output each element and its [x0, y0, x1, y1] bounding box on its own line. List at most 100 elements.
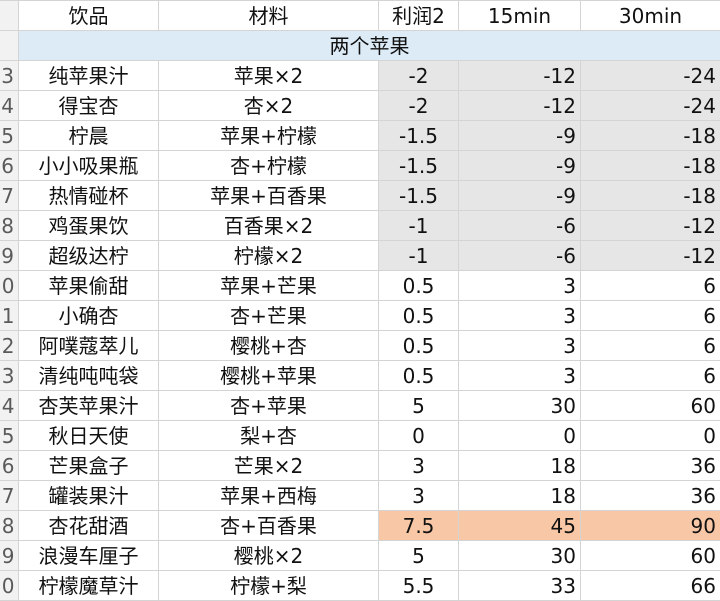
material-cell[interactable]: 苹果+百香果	[159, 181, 379, 211]
row-number[interactable]	[0, 1, 19, 31]
profit-cell[interactable]: 0	[379, 421, 459, 451]
value-15min-cell[interactable]: 3	[459, 331, 581, 361]
value-15min-cell[interactable]: 3	[459, 271, 581, 301]
row-number[interactable]: 5	[0, 121, 19, 151]
material-cell[interactable]: 苹果+西梅	[159, 481, 379, 511]
value-15min-cell[interactable]: 18	[459, 451, 581, 481]
value-15min-cell[interactable]: 33	[459, 571, 581, 601]
row-number[interactable]: 12	[0, 331, 19, 361]
row-number[interactable]: 10	[0, 271, 19, 301]
value-30min-cell[interactable]: 6	[581, 271, 720, 301]
row-number[interactable]: 14	[0, 391, 19, 421]
drink-name-cell[interactable]: 罐装果汁	[19, 481, 159, 511]
value-15min-cell[interactable]: 30	[459, 391, 581, 421]
material-cell[interactable]: 苹果×2	[159, 61, 379, 91]
value-30min-cell[interactable]: 90	[581, 511, 720, 541]
profit-cell[interactable]: 0.5	[379, 271, 459, 301]
value-30min-cell[interactable]: 60	[581, 541, 720, 571]
value-15min-cell[interactable]: 30	[459, 541, 581, 571]
material-cell[interactable]: 苹果+芒果	[159, 271, 379, 301]
value-30min-cell[interactable]: 60	[581, 391, 720, 421]
row-number[interactable]: 18	[0, 511, 19, 541]
drink-name-cell[interactable]: 柠檬魔草汁	[19, 571, 159, 601]
value-15min-cell[interactable]: -9	[459, 151, 581, 181]
drink-name-cell[interactable]: 杏花甜酒	[19, 511, 159, 541]
value-30min-cell[interactable]: -18	[581, 121, 720, 151]
profit-cell[interactable]: -1.5	[379, 181, 459, 211]
profit-cell[interactable]: 3	[379, 451, 459, 481]
value-30min-cell[interactable]: -24	[581, 91, 720, 121]
value-30min-cell[interactable]: -24	[581, 61, 720, 91]
value-30min-cell[interactable]: -12	[581, 211, 720, 241]
row-number[interactable]: 16	[0, 451, 19, 481]
row-number[interactable]: 15	[0, 421, 19, 451]
value-15min-cell[interactable]: 18	[459, 481, 581, 511]
row-number[interactable]: 3	[0, 61, 19, 91]
drink-name-cell[interactable]: 热情碰杯	[19, 181, 159, 211]
drink-name-cell[interactable]: 纯苹果汁	[19, 61, 159, 91]
value-15min-cell[interactable]: -6	[459, 211, 581, 241]
profit-cell[interactable]: 0.5	[379, 361, 459, 391]
drink-name-cell[interactable]: 鸡蛋果饮	[19, 211, 159, 241]
value-30min-cell[interactable]: 0	[581, 421, 720, 451]
value-30min-cell[interactable]: 36	[581, 451, 720, 481]
profit-cell[interactable]: -1.5	[379, 121, 459, 151]
value-30min-cell[interactable]: -12	[581, 241, 720, 271]
value-15min-cell[interactable]: -6	[459, 241, 581, 271]
drink-name-cell[interactable]: 柠晨	[19, 121, 159, 151]
value-15min-cell[interactable]: -9	[459, 181, 581, 211]
value-15min-cell[interactable]: 45	[459, 511, 581, 541]
value-15min-cell[interactable]: -9	[459, 121, 581, 151]
material-cell[interactable]: 杏+百香果	[159, 511, 379, 541]
header-cell-profit[interactable]: 利润2	[379, 1, 459, 31]
material-cell[interactable]: 樱桃+杏	[159, 331, 379, 361]
value-30min-cell[interactable]: -18	[581, 181, 720, 211]
row-number[interactable]: 17	[0, 481, 19, 511]
material-cell[interactable]: 柠檬+梨	[159, 571, 379, 601]
value-15min-cell[interactable]: 3	[459, 301, 581, 331]
material-cell[interactable]: 百香果×2	[159, 211, 379, 241]
material-cell[interactable]: 苹果+柠檬	[159, 121, 379, 151]
value-30min-cell[interactable]: 36	[581, 481, 720, 511]
profit-cell[interactable]: 0.5	[379, 331, 459, 361]
row-number[interactable]: 9	[0, 241, 19, 271]
header-cell-30min[interactable]: 30min	[581, 1, 720, 31]
profit-cell[interactable]: -2	[379, 91, 459, 121]
profit-cell[interactable]: -1.5	[379, 151, 459, 181]
value-30min-cell[interactable]: -18	[581, 151, 720, 181]
material-cell[interactable]: 樱桃+苹果	[159, 361, 379, 391]
value-30min-cell[interactable]: 6	[581, 301, 720, 331]
section-title-cell[interactable]: 两个苹果	[19, 31, 720, 61]
value-30min-cell[interactable]: 6	[581, 361, 720, 391]
profit-cell[interactable]: 5	[379, 391, 459, 421]
profit-cell[interactable]: 0.5	[379, 301, 459, 331]
value-30min-cell[interactable]: 6	[581, 331, 720, 361]
value-30min-cell[interactable]: 66	[581, 571, 720, 601]
material-cell[interactable]: 柠檬×2	[159, 241, 379, 271]
profit-cell[interactable]: -1	[379, 241, 459, 271]
material-cell[interactable]: 杏+苹果	[159, 391, 379, 421]
profit-cell[interactable]: 5	[379, 541, 459, 571]
drink-name-cell[interactable]: 秋日天使	[19, 421, 159, 451]
drink-name-cell[interactable]: 苹果偷甜	[19, 271, 159, 301]
row-number[interactable]: 6	[0, 151, 19, 181]
value-15min-cell[interactable]: 3	[459, 361, 581, 391]
material-cell[interactable]: 杏×2	[159, 91, 379, 121]
profit-cell[interactable]: 7.5	[379, 511, 459, 541]
value-15min-cell[interactable]: -12	[459, 91, 581, 121]
profit-cell[interactable]: 5.5	[379, 571, 459, 601]
drink-name-cell[interactable]: 超级达柠	[19, 241, 159, 271]
drink-name-cell[interactable]: 浪漫车厘子	[19, 541, 159, 571]
drink-name-cell[interactable]: 得宝杏	[19, 91, 159, 121]
material-cell[interactable]: 芒果×2	[159, 451, 379, 481]
drink-name-cell[interactable]: 小小吸果瓶	[19, 151, 159, 181]
row-number[interactable]: 11	[0, 301, 19, 331]
profit-cell[interactable]: -2	[379, 61, 459, 91]
profit-cell[interactable]: 3	[379, 481, 459, 511]
value-15min-cell[interactable]: 0	[459, 421, 581, 451]
row-number[interactable]: 19	[0, 541, 19, 571]
drink-name-cell[interactable]: 清纯吨吨袋	[19, 361, 159, 391]
drink-name-cell[interactable]: 阿噗蔻萃儿	[19, 331, 159, 361]
header-cell-drink[interactable]: 饮品	[19, 1, 159, 31]
row-number[interactable]: 13	[0, 361, 19, 391]
